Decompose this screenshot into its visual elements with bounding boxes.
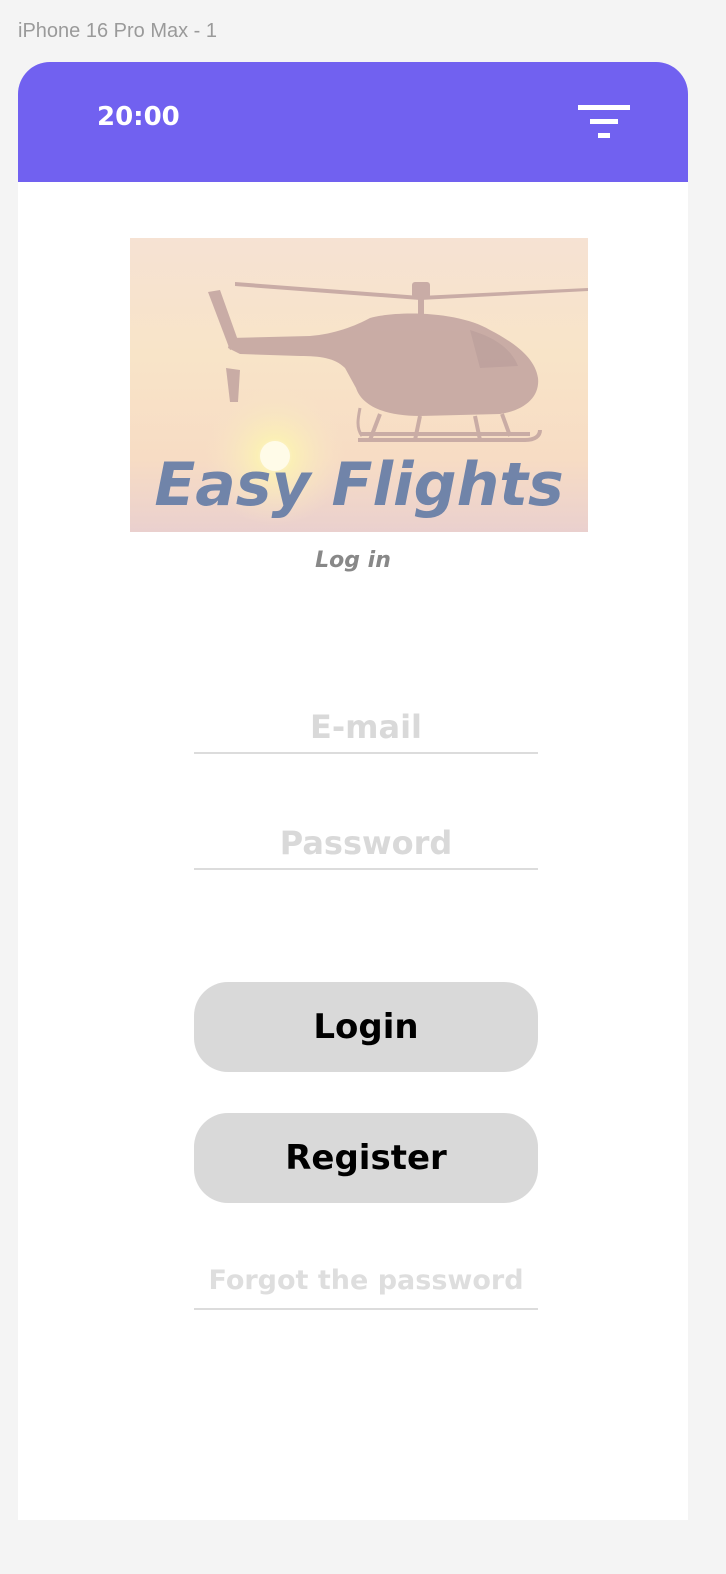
password-field[interactable] (194, 818, 538, 870)
status-time: 20:00 (97, 102, 180, 132)
filter-menu-icon[interactable] (578, 102, 634, 142)
frame-label: iPhone 16 Pro Max - 1 (18, 20, 217, 42)
app-header: 20:00 (18, 62, 688, 182)
brand-name: Easy Flights (154, 450, 564, 520)
hero-image: Easy Flights (130, 238, 588, 532)
phone-screen: 20:00 Easy Flights Log in E-mail Login R… (18, 62, 688, 1520)
email-field[interactable] (194, 702, 538, 754)
forgot-password-link[interactable]: Forgot the password (194, 1258, 538, 1310)
login-button[interactable]: Login (194, 982, 538, 1072)
register-button[interactable]: Register (194, 1113, 538, 1203)
page-title: Log in (315, 548, 391, 573)
